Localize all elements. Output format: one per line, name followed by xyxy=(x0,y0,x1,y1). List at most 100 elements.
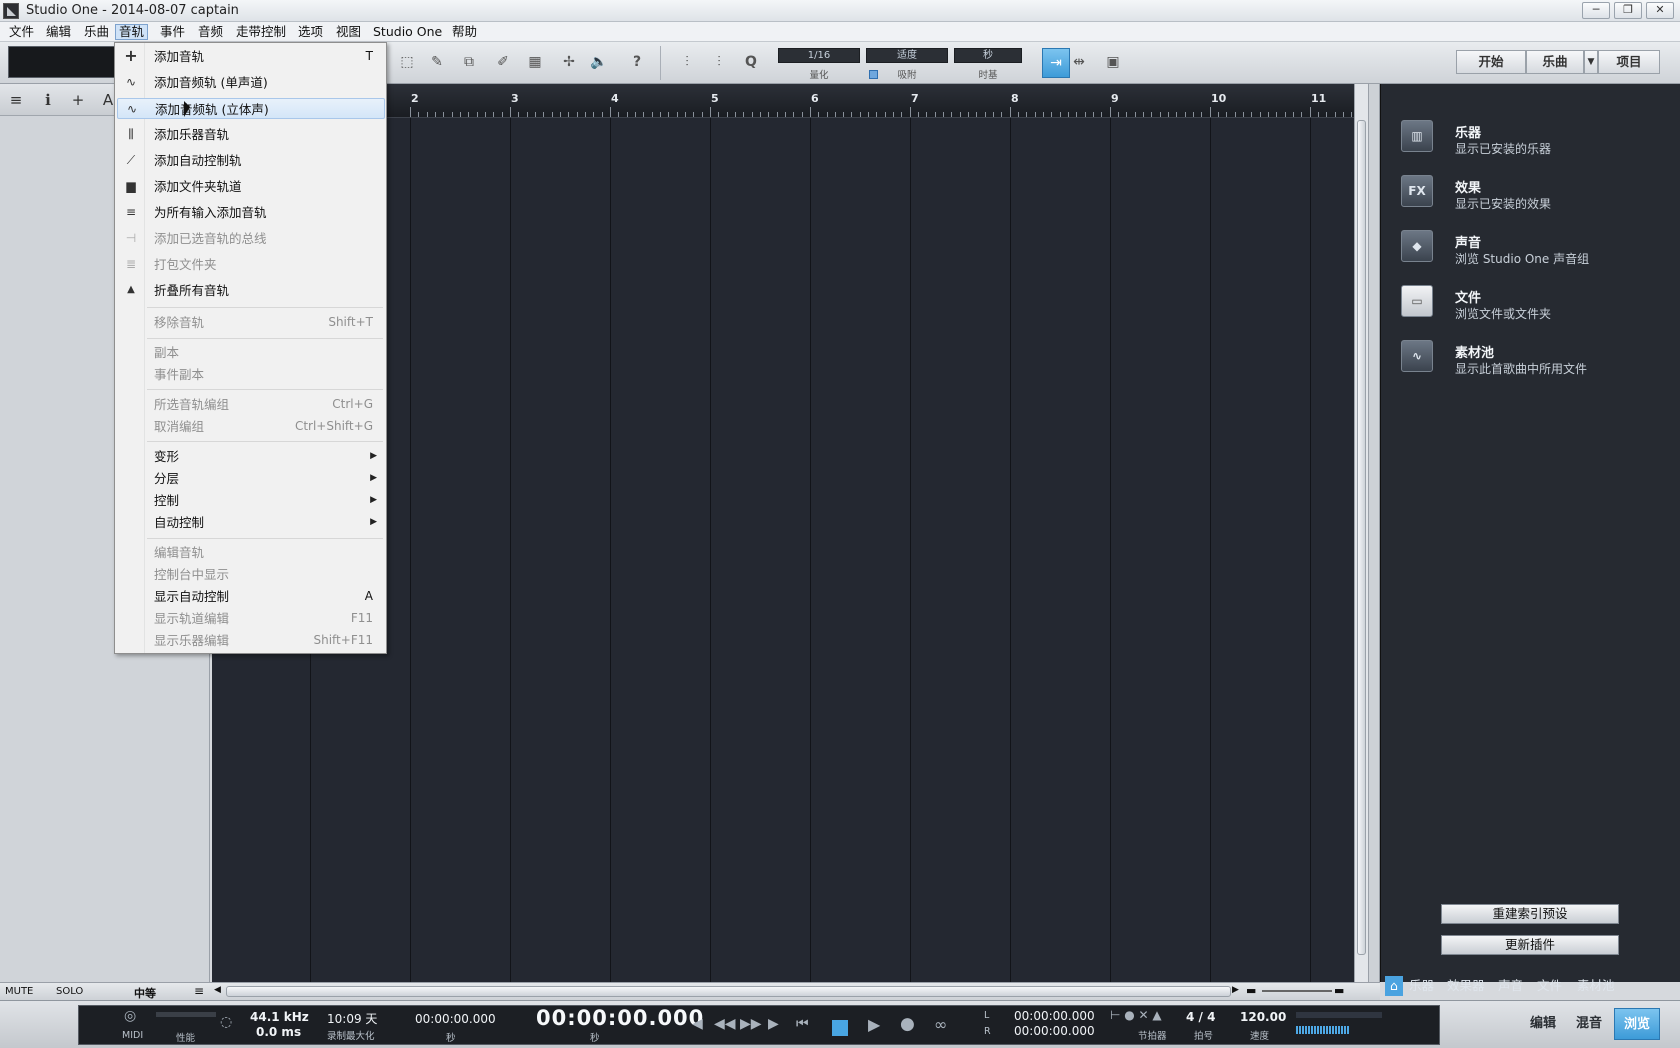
tab-pool[interactable]: 素材池 xyxy=(1577,976,1615,996)
quantize-start-icon[interactable]: ⫶ xyxy=(674,48,700,76)
menu-duplicate-events[interactable]: 事件副本 xyxy=(117,364,385,385)
mute-tool-icon[interactable]: ▦ xyxy=(522,48,548,76)
paint-tool-icon[interactable]: ✐ xyxy=(490,48,516,76)
mix-view-button[interactable]: 混音 xyxy=(1566,1008,1612,1040)
help-button[interactable]: ? xyxy=(624,48,650,76)
stop-button[interactable] xyxy=(832,1020,848,1036)
bend-tool-icon[interactable]: ✢ xyxy=(556,48,582,76)
start-page-button[interactable]: 开始 xyxy=(1456,50,1526,74)
restore-button[interactable]: ❐ xyxy=(1614,2,1642,19)
return-to-zero-icon[interactable]: ⏮ xyxy=(796,1016,809,1032)
menu-transport[interactable]: 走带控制 xyxy=(233,24,289,40)
menu-help[interactable]: 帮助 xyxy=(449,24,480,40)
rewind-start-icon[interactable]: ◀ xyxy=(692,1016,703,1032)
menu-collapse-all[interactable]: ▲ 折叠所有音轨 xyxy=(117,280,385,301)
track-size-selector[interactable]: 中等 xyxy=(134,985,156,1001)
secondary-time-display[interactable]: 00:00:00.000 xyxy=(415,1012,496,1026)
loop-end-time[interactable]: 00:00:00.000 xyxy=(1014,1024,1095,1038)
loop-start-time[interactable]: 00:00:00.000 xyxy=(1014,1009,1095,1023)
menu-event[interactable]: 事件 xyxy=(157,24,188,40)
browser-item-pool[interactable]: ∿ 素材池 显示此首歌曲中所用文件 xyxy=(1401,336,1661,380)
solo-all-button[interactable]: SOLO xyxy=(56,986,83,997)
tab-instruments[interactable]: 乐器 xyxy=(1409,976,1434,996)
track-menu-icon[interactable]: ≡ xyxy=(194,984,204,998)
menu-add-audio-mono[interactable]: ∿ 添加音频轨 (单声道) xyxy=(117,72,385,93)
menu-song[interactable]: 乐曲 xyxy=(81,24,112,40)
menu-add-track[interactable]: + 添加音轨 T xyxy=(117,46,385,67)
menu-show-automation[interactable]: 显示自动控制 A xyxy=(117,586,385,607)
menu-show-track-editor[interactable]: 显示轨道编辑 F11 xyxy=(117,608,385,629)
tab-effects[interactable]: 效果器 xyxy=(1447,976,1485,996)
menu-track[interactable]: 音轨 xyxy=(115,24,149,40)
menu-edit-track[interactable]: 编辑音轨 xyxy=(117,542,385,563)
menu-add-instrument[interactable]: ⫼ 添加乐器音轨 xyxy=(117,124,385,145)
tab-files[interactable]: 文件 xyxy=(1537,976,1562,996)
follow-icon[interactable]: ⇹ xyxy=(1066,48,1092,76)
menu-remove-track[interactable]: 移除音轨 Shift+T xyxy=(117,312,385,333)
menu-pack-folder[interactable]: ≣ 打包文件夹 xyxy=(117,254,385,275)
inspector-icon[interactable]: ℹ xyxy=(38,90,58,110)
record-button[interactable]: ● xyxy=(900,1014,915,1034)
menu-layers[interactable]: 分层 ▶ xyxy=(117,468,385,489)
scroll-left-icon[interactable]: ◀ xyxy=(214,985,221,995)
menu-studio-one[interactable]: Studio One xyxy=(370,24,445,40)
quantize-button[interactable]: Q xyxy=(738,48,764,76)
menu-group-tracks[interactable]: 所选音轨编组 Ctrl+G xyxy=(117,394,385,415)
menu-show-in-console[interactable]: 控制台中显示 xyxy=(117,564,385,585)
browser-item-effects[interactable]: FX 效果 显示已安装的效果 xyxy=(1401,171,1661,215)
quantize-selector[interactable]: 1/16 xyxy=(778,48,860,63)
zoom-out-icon[interactable]: ▬ xyxy=(1246,984,1256,997)
time-signature[interactable]: 4 / 4 xyxy=(1186,1010,1215,1024)
metronome-icon[interactable]: ⊢ ● ✕ ▲ xyxy=(1110,1008,1162,1022)
close-button[interactable]: ✕ xyxy=(1646,2,1674,19)
browser-item-files[interactable]: ▭ 文件 浏览文件或文件夹 xyxy=(1401,281,1661,325)
eraser-tool-icon[interactable]: ✎ xyxy=(424,48,450,76)
browser-item-sounds[interactable]: ◆ 声音 浏览 Studio One 声音组 xyxy=(1401,226,1661,270)
menu-automation[interactable]: 自动控制 ▶ xyxy=(117,512,385,533)
vertical-scrollbar[interactable] xyxy=(1354,84,1368,982)
menu-view[interactable]: 视图 xyxy=(333,24,364,40)
forward-end-icon[interactable]: ▶ xyxy=(768,1016,779,1032)
song-dropdown-icon[interactable]: ▼ xyxy=(1584,50,1598,74)
menu-file[interactable]: 文件 xyxy=(6,24,37,40)
rewind-icon[interactable]: ◀◀ xyxy=(714,1016,736,1032)
home-icon[interactable]: ⌂ xyxy=(1385,976,1403,996)
vertical-scroll-thumb[interactable] xyxy=(1357,120,1366,955)
menu-add-tracks-all-inputs[interactable]: ≡ 为所有输入添加音轨 xyxy=(117,202,385,223)
add-track-icon[interactable]: + xyxy=(68,90,88,110)
fast-forward-icon[interactable]: ▶▶ xyxy=(740,1016,762,1032)
track-list-icon[interactable]: ≡ xyxy=(6,90,26,110)
menu-add-folder[interactable]: ▆ 添加文件夹轨道 xyxy=(117,176,385,197)
menu-transform[interactable]: 变形 ▶ xyxy=(117,446,385,467)
menu-edit[interactable]: 编辑 xyxy=(43,24,74,40)
tempo-value[interactable]: 120.00 xyxy=(1240,1010,1286,1024)
scroll-right-icon[interactable]: ▶ xyxy=(1232,985,1239,995)
main-time-display[interactable]: 00:00:00.000 xyxy=(536,1006,704,1030)
menu-options[interactable]: 选项 xyxy=(295,24,326,40)
update-plugins-button[interactable]: 更新插件 xyxy=(1441,935,1619,955)
loop-button[interactable]: ∞ xyxy=(934,1015,947,1034)
horizontal-scroll-thumb[interactable] xyxy=(226,986,1231,997)
quantize-end-icon[interactable]: ⫶ xyxy=(706,48,732,76)
song-page-button[interactable]: 乐曲 xyxy=(1526,50,1584,74)
play-button[interactable]: ▶ xyxy=(868,1015,880,1034)
edit-view-button[interactable]: 编辑 xyxy=(1520,1008,1566,1040)
project-page-button[interactable]: 项目 xyxy=(1598,50,1660,74)
range-tool-icon[interactable]: ⬚ xyxy=(394,48,420,76)
browser-item-instruments[interactable]: ▥ 乐器 显示已安装的乐器 xyxy=(1401,116,1661,160)
video-icon[interactable]: ▣ xyxy=(1100,48,1126,76)
mute-all-button[interactable]: MUTE xyxy=(5,986,33,997)
tab-sounds[interactable]: 声音 xyxy=(1498,976,1523,996)
listen-tool-icon[interactable]: 🔈 xyxy=(586,48,612,76)
menu-add-automation[interactable]: ⟋ 添加自动控制轨 xyxy=(117,150,385,171)
snap-selector[interactable]: 适度 xyxy=(866,48,948,63)
reindex-presets-button[interactable]: 重建索引预设 xyxy=(1441,904,1619,924)
menu-control[interactable]: 控制 ▶ xyxy=(117,490,385,511)
menu-show-instrument-editor[interactable]: 显示乐器编辑 Shift+F11 xyxy=(117,630,385,651)
menu-ungroup[interactable]: 取消编组 Ctrl+Shift+G xyxy=(117,416,385,437)
menu-add-bus[interactable]: ⊣ 添加已选音轨的总线 xyxy=(117,228,385,249)
menu-audio[interactable]: 音频 xyxy=(195,24,226,40)
zoom-slider[interactable] xyxy=(1262,990,1332,992)
browse-view-button[interactable]: 浏览 xyxy=(1614,1008,1660,1040)
zoom-in-icon[interactable]: ▬ xyxy=(1334,984,1344,997)
